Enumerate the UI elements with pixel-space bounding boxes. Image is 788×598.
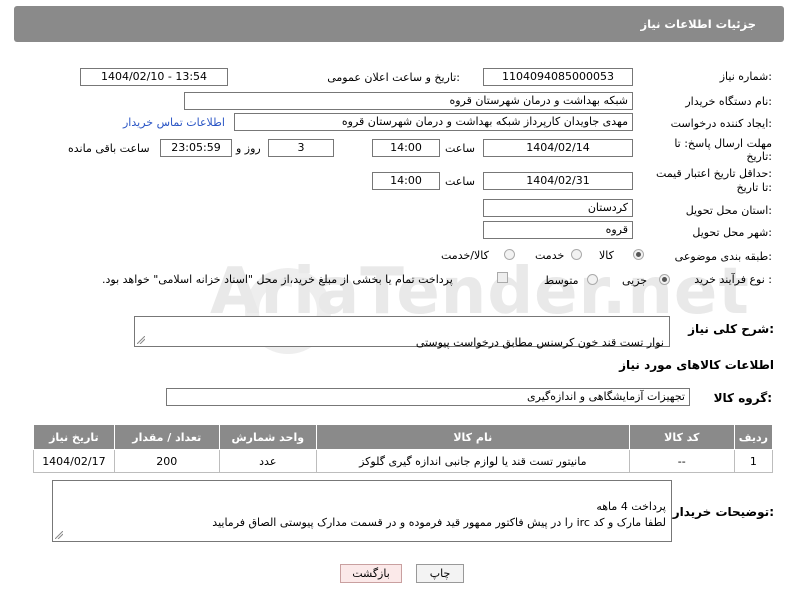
description-textarea[interactable]: نوار تست قند خون کرسنس مطابق درخواست پیو… (134, 316, 670, 349)
goods-info-heading: اطلاعات کالاهای مورد نیاز (619, 358, 774, 372)
cell-date: 1404/02/17 (33, 449, 115, 473)
deadline-label-date: تاریخ: (746, 150, 772, 163)
title-bar: جزئیات اطلاعات نیاز (14, 6, 784, 42)
category-label: طبقه بندی موضوعی: (674, 250, 772, 263)
col-date-header: تاریخ نیاز (33, 424, 115, 450)
need-number-field[interactable]: 1104094085000053 (483, 68, 633, 86)
print-button[interactable]: چاپ (416, 564, 464, 583)
col-row-header: ردیف (733, 424, 774, 450)
province-label: استان محل تحویل: (685, 204, 772, 217)
process-radio-medium[interactable] (587, 274, 598, 285)
remaining-time-label: ساعت باقی مانده (68, 142, 150, 155)
category-radio-service[interactable] (571, 249, 582, 260)
announce-label: تاریخ و ساعت اعلان عمومی: (327, 71, 460, 84)
cell-name: مانیتور تست قند یا لوازم جانبی اندازه گی… (315, 449, 630, 473)
category-option-goods: کالا (599, 249, 614, 262)
validity-label: حداقل تاریخ اعتبار قیمت: (656, 167, 772, 180)
resize-grip-icon[interactable] (55, 531, 63, 539)
process-option-minor: جزیی (622, 274, 648, 287)
buyer-notes-textarea[interactable]: پرداخت 4 ماهه لطفا مارک و کد irc را در پ… (52, 480, 672, 542)
deadline-time-field[interactable]: 14:00 (372, 139, 440, 157)
validity-time-field[interactable]: 14:00 (372, 172, 440, 190)
validity-date-field[interactable]: 1404/02/31 (483, 172, 633, 190)
validity-label-date: تا تاریخ: (736, 181, 772, 194)
description-label: شرح کلی نیاز: (688, 322, 774, 336)
remaining-days-field[interactable]: 3 (268, 139, 334, 157)
remaining-time-field[interactable]: 23:05:59 (160, 139, 232, 157)
category-option-service: خدمت (535, 249, 565, 262)
category-radio-goods-service[interactable] (504, 249, 515, 260)
buyer-org-label: نام دستگاه خریدار: (685, 95, 772, 108)
goods-group-field[interactable]: تجهیزات آزمایشگاهی و اندازه‌گیری (166, 388, 690, 406)
cell-row: 1 (733, 449, 774, 473)
cell-qty: 200 (113, 449, 220, 473)
treasury-payment-checkbox[interactable] (497, 272, 508, 283)
cell-unit: عدد (218, 449, 317, 473)
deadline-time-label: ساعت (445, 142, 475, 155)
days-label: روز و (236, 142, 261, 155)
category-radio-goods[interactable] (633, 249, 644, 260)
process-label: نوع فرآیند خرید : (694, 273, 772, 286)
city-label: شهر محل تحویل: (692, 226, 772, 239)
category-option-goods-service: کالا/خدمت (441, 249, 489, 262)
buyer-contact-link[interactable]: اطلاعات تماس خریدار (123, 116, 225, 129)
deadline-label: مهلت ارسال پاسخ: تا (674, 137, 772, 150)
buyer-notes-text: پرداخت 4 ماهه لطفا مارک و کد irc را در پ… (212, 500, 666, 529)
items-table: ردیف کد کالا نام کالا واحد شمارش تعداد /… (33, 424, 774, 473)
province-field[interactable]: کردستان (483, 199, 633, 217)
creator-label: ایجاد کننده درخواست: (670, 117, 772, 130)
col-unit-header: واحد شمارش (218, 424, 317, 450)
page-title: جزئیات اطلاعات نیاز (640, 17, 756, 31)
resize-grip-icon[interactable] (137, 336, 145, 344)
creator-field[interactable]: مهدی جاویدان کارپرداز شبکه بهداشت و درما… (234, 113, 633, 131)
buyer-org-field[interactable]: شبکه بهداشت و درمان شهرستان قروه (184, 92, 633, 110)
buyer-notes-label: توضیحات خریدار: (672, 505, 774, 519)
payment-note: پرداخت تمام یا بخشی از مبلغ خرید،از محل … (102, 273, 453, 286)
back-button[interactable]: بازگشت (340, 564, 402, 583)
need-number-label: شماره نیاز: (719, 70, 772, 83)
col-qty-header: تعداد / مقدار (113, 424, 220, 450)
goods-group-label: گروه کالا: (713, 391, 772, 405)
announce-field[interactable]: 1404/02/10 - 13:54 (80, 68, 228, 86)
deadline-date-field[interactable]: 1404/02/14 (483, 139, 633, 157)
process-option-medium: متوسط (544, 274, 579, 287)
table-header-row: ردیف کد کالا نام کالا واحد شمارش تعداد /… (33, 424, 774, 450)
city-field[interactable]: قروه (483, 221, 633, 239)
cell-code: -- (628, 449, 735, 473)
table-row[interactable]: 1 -- مانیتور تست قند یا لوازم جانبی اندا… (33, 449, 774, 473)
description-text: نوار تست قند خون کرسنس مطابق درخواست پیو… (415, 336, 664, 349)
process-radio-minor[interactable] (659, 274, 670, 285)
col-code-header: کد کالا (628, 424, 735, 450)
col-name-header: نام کالا (315, 424, 630, 450)
validity-time-label: ساعت (445, 175, 475, 188)
